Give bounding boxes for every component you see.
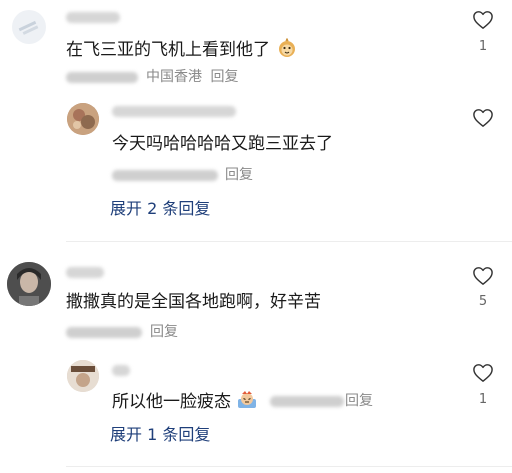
- avatar-image: [67, 360, 99, 392]
- comment-meta: 中国香港 回复: [146, 69, 238, 85]
- username-redacted: [66, 12, 120, 23]
- like-count: 1: [478, 39, 488, 54]
- heart-outline-icon: [473, 109, 493, 127]
- heart-outline-icon: [473, 364, 493, 382]
- avatar[interactable]: [12, 10, 46, 44]
- username-redacted: [112, 106, 236, 117]
- reply-button[interactable]: 回复: [210, 69, 238, 85]
- reply-text: 所以他一脸疲态: [112, 390, 258, 415]
- timestamp-redacted: [112, 170, 218, 181]
- monkey-face-icon: [277, 37, 297, 63]
- like-button[interactable]: [472, 266, 494, 286]
- avatar-image: [67, 103, 99, 135]
- username-redacted: [66, 267, 104, 278]
- comment-text: 在飞三亚的飞机上看到他了: [66, 37, 297, 63]
- heart-outline-icon: [473, 267, 493, 285]
- like-button[interactable]: [472, 108, 494, 128]
- username-redacted: [112, 365, 130, 376]
- timestamp-redacted: [270, 396, 344, 407]
- comment-text-content: 在飞三亚的飞机上看到他了: [66, 40, 270, 60]
- reply-button[interactable]: 回复: [345, 393, 373, 409]
- ip-location: 中国香港: [146, 69, 202, 85]
- heart-outline-icon: [473, 11, 493, 29]
- comment-text: 撒撒真的是全国各地跑啊，好辛苦: [66, 292, 321, 312]
- reply-avatar[interactable]: [67, 103, 99, 135]
- avatar-image: [18, 20, 39, 35]
- reply-avatar[interactable]: [67, 360, 99, 392]
- reply-button[interactable]: 回复: [150, 324, 178, 340]
- reply-text-content: 所以他一脸疲态: [112, 392, 231, 412]
- reply-button[interactable]: 回复: [225, 167, 253, 183]
- timestamp-redacted: [66, 72, 138, 83]
- expand-replies-link[interactable]: 展开 2 条回复: [110, 199, 210, 219]
- like-button[interactable]: [472, 363, 494, 383]
- expand-replies-link[interactable]: 展开 1 条回复: [110, 425, 210, 445]
- avatar[interactable]: [7, 262, 51, 306]
- like-count: 1: [478, 392, 488, 407]
- divider: [66, 466, 512, 467]
- divider: [66, 241, 512, 242]
- reply-text: 今天吗哈哈哈哈又跑三亚去了: [112, 134, 333, 154]
- timestamp-redacted: [66, 327, 142, 338]
- like-count: 5: [478, 294, 488, 309]
- avatar-image: [7, 262, 51, 306]
- like-button[interactable]: [472, 10, 494, 30]
- tired-face-icon: [236, 390, 258, 415]
